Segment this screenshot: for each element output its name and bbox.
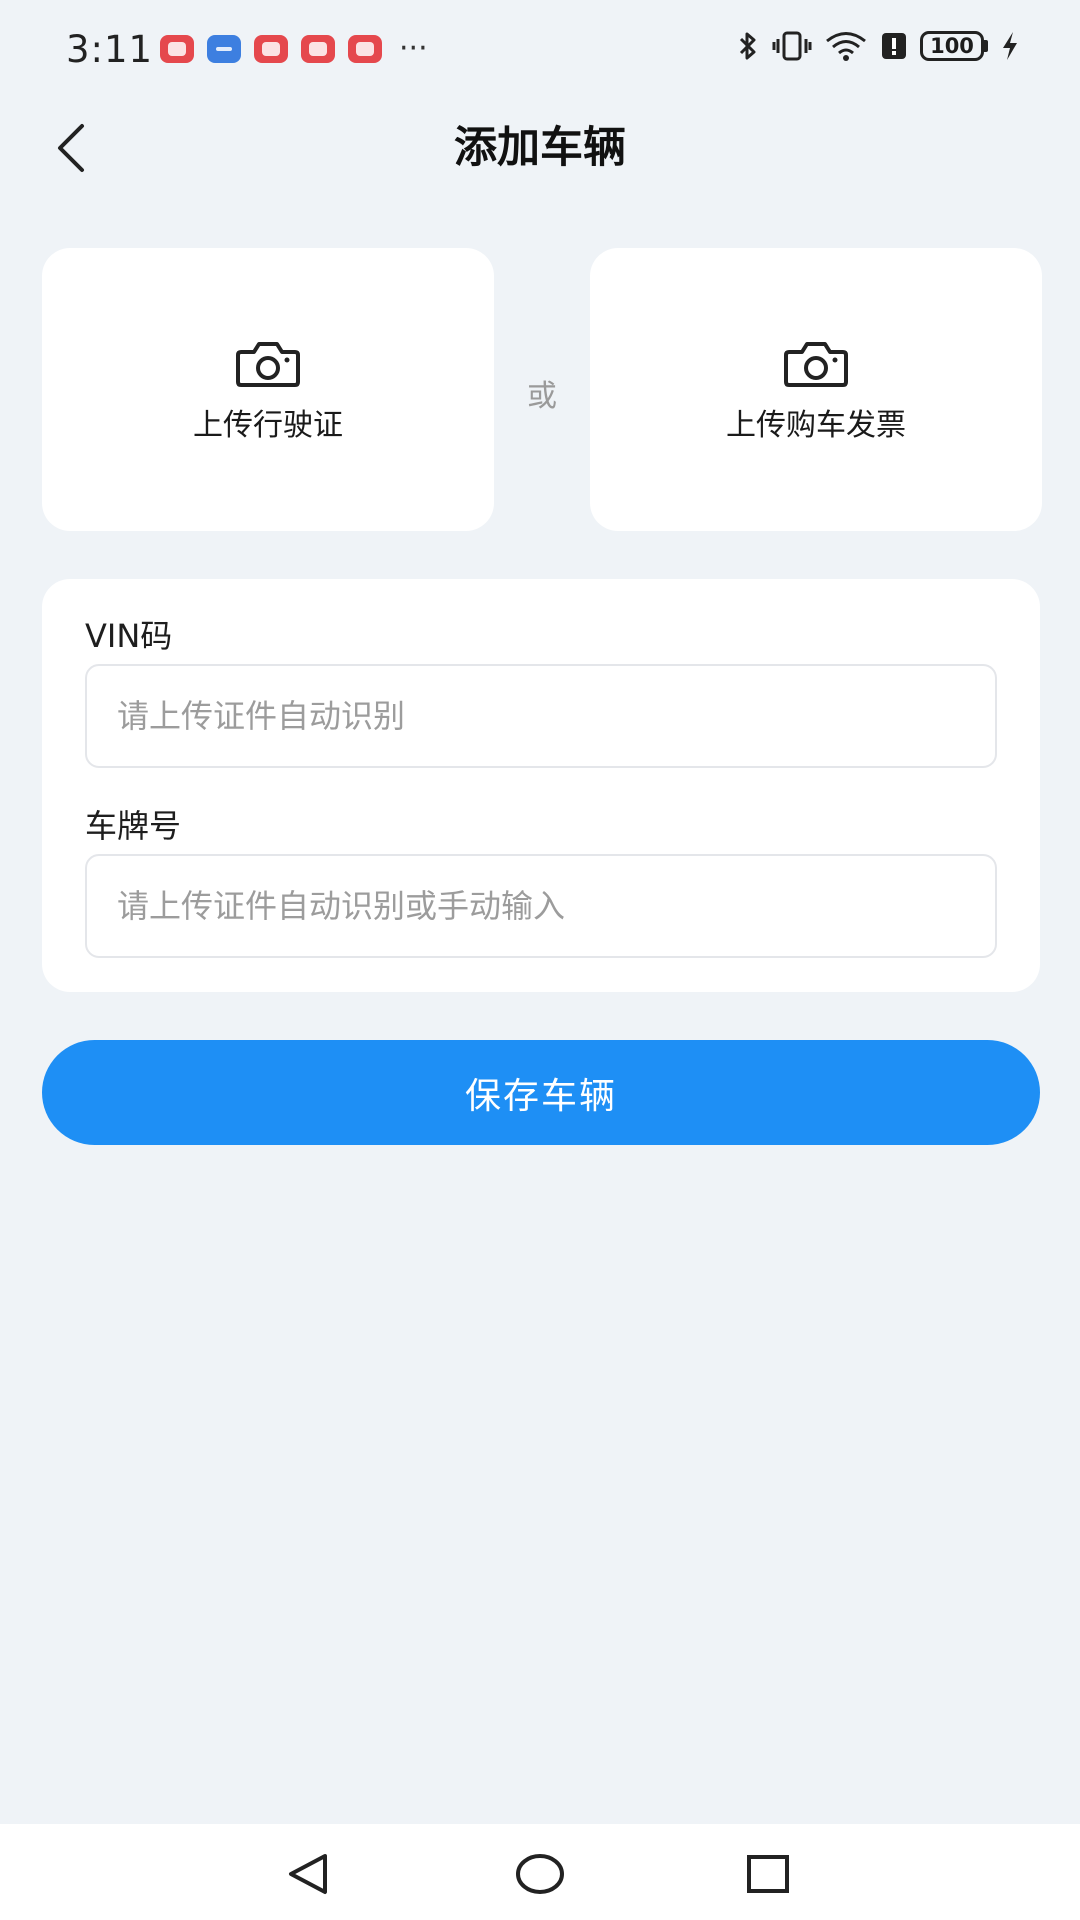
bluetooth-icon — [739, 32, 756, 60]
app-notification-icon — [348, 35, 382, 63]
app-notification-icon — [160, 35, 194, 63]
or-separator: 或 — [527, 379, 557, 414]
charging-icon — [1003, 32, 1017, 60]
upload-license-card[interactable]: 上传行驶证 — [42, 248, 494, 531]
app-notification-icon — [254, 35, 288, 63]
nav-home-icon — [516, 1854, 564, 1894]
screen: 3:11 ··· 100 添加车辆 上传行驶证 或 上传购车发票 VIN码 请上… — [0, 0, 1080, 1920]
nav-back-button[interactable] — [278, 1846, 338, 1902]
system-icons: 100 — [736, 30, 1020, 62]
alert-icon — [882, 33, 906, 59]
navigation-bar — [0, 1824, 1080, 1920]
vibrate-icon — [772, 31, 812, 61]
battery-level: 100 — [920, 31, 984, 61]
app-notification-icon — [301, 35, 335, 63]
status-bar: 3:11 ··· 100 — [0, 0, 1080, 100]
upload-license-label: 上传行驶证 — [193, 408, 343, 443]
status-time: 3:11 — [66, 28, 154, 71]
camera-icon — [236, 342, 300, 387]
nav-back-icon — [289, 1854, 327, 1894]
nav-home-button[interactable] — [510, 1846, 570, 1902]
more-notifications-icon: ··· — [399, 31, 428, 66]
vehicle-form: VIN码 车牌号 — [42, 579, 1040, 992]
nav-recents-icon — [747, 1855, 789, 1893]
save-vehicle-button[interactable]: 保存车辆 — [42, 1040, 1040, 1145]
vin-input[interactable] — [85, 664, 997, 768]
usb-icon — [207, 35, 241, 63]
upload-invoice-label: 上传购车发票 — [726, 408, 906, 443]
upload-invoice-card[interactable]: 上传购车发票 — [590, 248, 1042, 531]
notification-icons: ··· — [160, 31, 428, 66]
camera-icon — [784, 342, 848, 387]
page-title: 添加车辆 — [454, 123, 626, 173]
vin-label: VIN码 — [85, 617, 173, 655]
plate-label: 车牌号 — [85, 807, 182, 845]
wifi-icon — [826, 32, 866, 61]
nav-recents-button[interactable] — [738, 1846, 798, 1902]
battery-icon: 100 — [920, 31, 988, 61]
plate-input[interactable] — [85, 854, 997, 958]
